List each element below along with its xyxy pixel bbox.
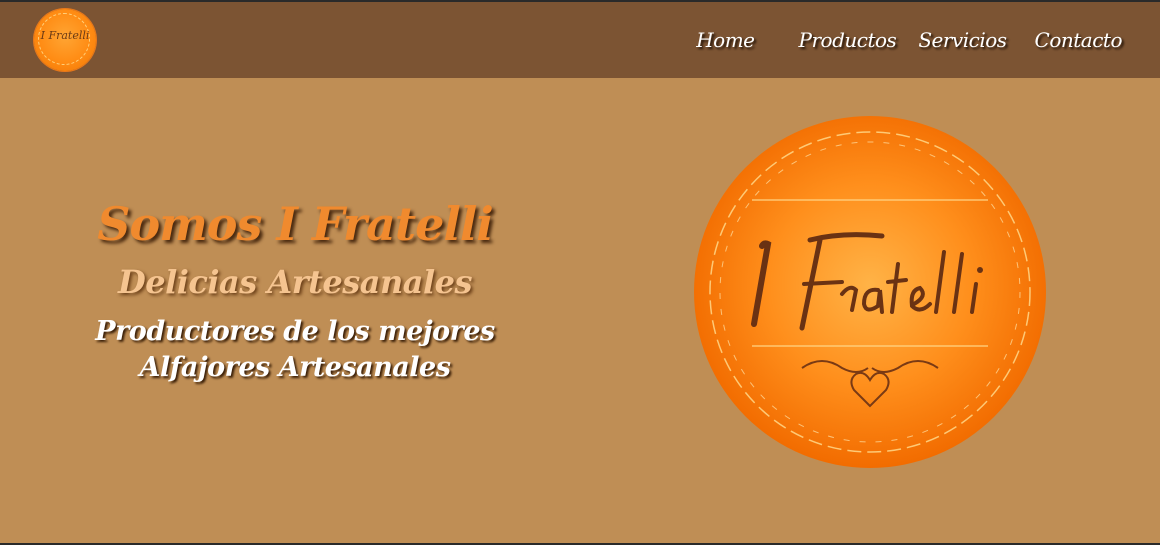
- nav-item-home: Home: [686, 28, 764, 52]
- nav-link-productos[interactable]: Productos: [789, 28, 907, 52]
- nav-link-servicios[interactable]: Servicios: [908, 28, 1016, 52]
- nav-link-contacto[interactable]: Contacto: [1025, 28, 1132, 52]
- hero-logo: [692, 114, 1048, 470]
- hero-text: Somos I Fratelli Delicias Artesanales Pr…: [60, 192, 530, 386]
- nav-item-servicios: Servicios: [908, 28, 1016, 52]
- hero-description-line2: Alfajores Artesanales: [139, 352, 451, 383]
- hero-logo-graphic: [694, 116, 1046, 468]
- nav-item-contacto: Contacto: [1025, 28, 1132, 52]
- nav-menu: Home Productos Servicios Contacto: [686, 2, 1132, 78]
- nav-logo-text: I Fratelli: [40, 29, 90, 42]
- hero-description-line1: Productores de los mejores: [95, 316, 495, 347]
- nav-item-productos: Productos: [789, 28, 907, 52]
- hero-description: Productores de los mejores Alfajores Art…: [60, 314, 530, 386]
- navbar: I Fratelli Home Productos Servicios Cont…: [0, 2, 1160, 78]
- hero-title: Somos I Fratelli: [97, 197, 494, 251]
- nav-logo[interactable]: I Fratelli: [34, 9, 96, 71]
- nav-link-home[interactable]: Home: [686, 28, 764, 52]
- hero-subtitle: Delicias Artesanales: [117, 263, 473, 301]
